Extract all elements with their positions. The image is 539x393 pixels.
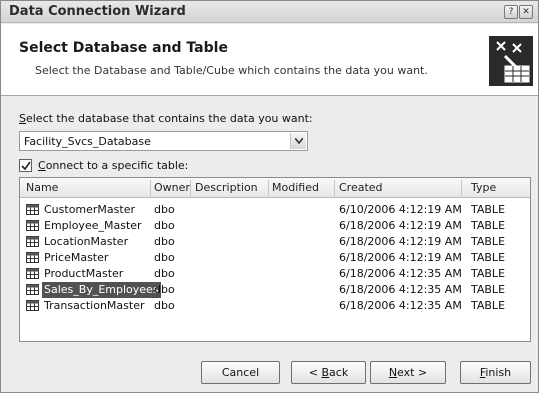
table-name-cell: LocationMaster [44, 235, 129, 248]
tables-list-header: Name Owner Description Modified Created … [20, 178, 530, 198]
connect-specific-table-label: Connect to a specific table: [38, 159, 189, 172]
table-owner-cell: dbo [154, 299, 175, 312]
chevron-down-icon [295, 138, 303, 144]
table-type-cell: TABLE [471, 267, 506, 280]
database-table-wizard-icon [489, 36, 533, 86]
table-owner-cell: dbo [154, 235, 175, 248]
table-created-cell: 6/18/2006 4:12:35 AM [339, 283, 462, 296]
table-icon [26, 284, 39, 295]
table-row[interactable]: LocationMaster dbo 6/18/2006 4:12:19 AM TAB… [20, 234, 530, 250]
database-select-label: Select the database that contains the da… [19, 112, 313, 125]
table-row[interactable]: TransactionMaster dbo 6/18/2006 4:12:35 AM… [20, 298, 530, 314]
checkmark-icon [21, 161, 31, 171]
next-button[interactable]: Next > [370, 361, 446, 384]
table-owner-cell: dbo [154, 251, 175, 264]
table-owner-cell: dbo [154, 219, 175, 232]
dropdown-arrow-button[interactable] [290, 133, 306, 149]
table-owner-cell: dbo [154, 283, 175, 296]
table-created-cell: 6/18/2006 4:12:19 AM [339, 219, 462, 232]
table-name-cell: CustomerMaster [44, 203, 135, 216]
connect-specific-table-checkbox[interactable] [19, 159, 32, 172]
column-header-type[interactable]: Type [471, 181, 496, 194]
table-row[interactable]: ProductMaster dbo 6/18/2006 4:12:35 AM TABL… [20, 266, 530, 282]
finish-button[interactable]: Finish [460, 361, 531, 384]
table-created-cell: 6/18/2006 4:12:19 AM [339, 235, 462, 248]
title-bar[interactable]: Data Connection Wizard ? ✕ [1, 1, 538, 23]
table-type-cell: TABLE [471, 203, 506, 216]
table-created-cell: 6/18/2006 4:12:35 AM [339, 267, 462, 280]
back-button[interactable]: < Back [291, 361, 366, 384]
tables-list[interactable]: Name Owner Description Modified Created … [19, 177, 531, 342]
table-icon [26, 204, 39, 215]
column-header-created[interactable]: Created [339, 181, 383, 194]
data-connection-wizard-window: Data Connection Wizard ? ✕ Select Databa… [0, 0, 539, 393]
table-icon [26, 252, 39, 263]
table-type-cell: TABLE [471, 219, 506, 232]
table-icon [26, 300, 39, 311]
table-row[interactable]: Sales_By_Employees dbo 6/18/2006 4:12:35 A… [20, 282, 530, 298]
wizard-header: Select Database and Table Select the Dat… [1, 24, 538, 96]
table-name-cell: Employee_Master [44, 219, 142, 232]
close-button[interactable]: ✕ [519, 5, 533, 19]
page-subtitle: Select the Database and Table/Cube which… [35, 64, 428, 77]
table-icon [26, 268, 39, 279]
column-header-description[interactable]: Description [195, 181, 258, 194]
table-owner-cell: dbo [154, 203, 175, 216]
table-type-cell: TABLE [471, 235, 506, 248]
page-title: Select Database and Table [19, 40, 228, 56]
help-button[interactable]: ? [504, 5, 518, 19]
column-header-name[interactable]: Name [26, 181, 58, 194]
table-type-cell: TABLE [471, 283, 506, 296]
table-name-cell: TransactionMaster [44, 299, 145, 312]
cancel-button[interactable]: Cancel [201, 361, 280, 384]
table-name-cell: PriceMaster [44, 251, 109, 264]
table-type-cell: TABLE [471, 299, 506, 312]
table-created-cell: 6/18/2006 4:12:19 AM [339, 251, 462, 264]
table-name-cell: Sales_By_Employees [42, 282, 161, 298]
database-select[interactable]: Facility_Svcs_Database [19, 131, 308, 151]
table-name-cell: ProductMaster [44, 267, 124, 280]
table-row[interactable]: Employee_Master dbo 6/18/2006 4:12:19 AM TA… [20, 218, 530, 234]
table-owner-cell: dbo [154, 267, 175, 280]
table-icon [26, 236, 39, 247]
table-created-cell: 6/10/2006 4:12:19 AM [339, 203, 462, 216]
column-header-owner[interactable]: Owner [154, 181, 190, 194]
database-select-value: Facility_Svcs_Database [24, 135, 151, 148]
table-icon [26, 220, 39, 231]
column-header-modified[interactable]: Modified [272, 181, 319, 194]
table-row[interactable]: PriceMaster dbo 6/18/2006 4:12:19 AM TABLE [20, 250, 530, 266]
window-title: Data Connection Wizard [9, 4, 186, 19]
table-created-cell: 6/18/2006 4:12:35 AM [339, 299, 462, 312]
table-type-cell: TABLE [471, 251, 506, 264]
table-row[interactable]: CustomerMaster dbo 6/10/2006 4:12:19 AM TAB… [20, 202, 530, 218]
